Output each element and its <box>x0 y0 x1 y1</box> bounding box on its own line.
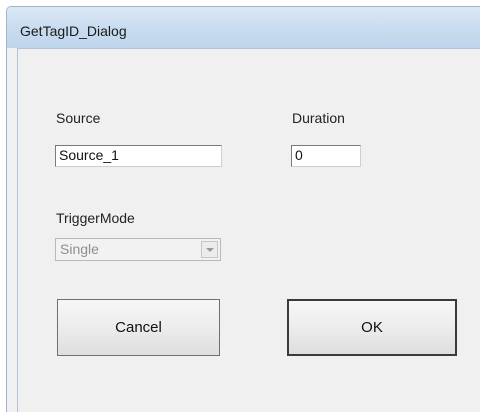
ok-button[interactable]: OK <box>287 299 457 356</box>
source-label: Source <box>56 110 101 126</box>
dropdown-button[interactable] <box>201 241 218 258</box>
dialog-client-area: Source Source_1 Duration 0 TriggerMode S… <box>17 48 480 412</box>
cancel-button[interactable]: Cancel <box>57 299 220 356</box>
title-bar[interactable]: GetTagID_Dialog <box>7 7 480 48</box>
trigger-mode-label: TriggerMode <box>56 210 135 226</box>
source-input[interactable]: Source_1 <box>55 145 222 167</box>
window-title: GetTagID_Dialog <box>20 23 127 39</box>
duration-input[interactable]: 0 <box>291 145 361 167</box>
trigger-mode-selected-value: Single <box>60 241 99 257</box>
dialog-window: GetTagID_Dialog Source Source_1 Duration… <box>6 6 480 412</box>
chevron-down-icon <box>206 248 214 252</box>
trigger-mode-select[interactable]: Single <box>55 238 221 261</box>
duration-label: Duration <box>292 110 345 126</box>
